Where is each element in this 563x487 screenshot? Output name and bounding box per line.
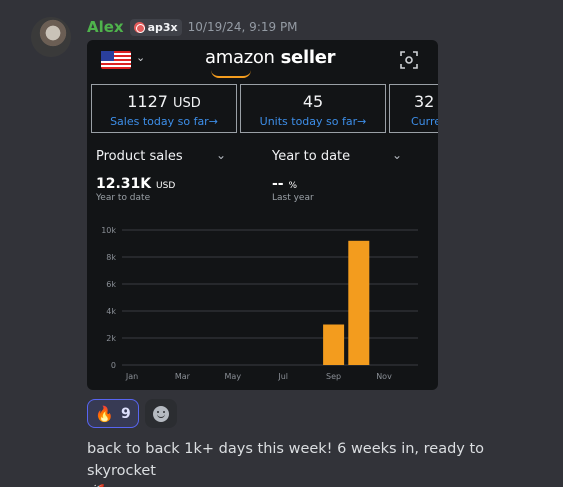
- avatar[interactable]: [31, 17, 71, 57]
- sales-bar-chart: 0 2k 4k 6k 8k 10k Jan Mar May Jul Sep Nov: [101, 226, 418, 381]
- brand-regular: amazon: [205, 47, 275, 68]
- x-tick-label: Sep: [326, 372, 341, 381]
- y-tick-label: 0: [111, 361, 116, 370]
- period-dropdown: Year to date: [272, 149, 351, 164]
- clan-tag[interactable]: ap3x: [129, 18, 182, 36]
- chevron-down-icon: ⌄: [136, 51, 146, 64]
- metric-number: 12.31K: [96, 176, 152, 192]
- metric-dropdown: Product sales: [96, 149, 183, 164]
- metric-label-left: Year to date: [96, 193, 151, 203]
- x-tick-label: Mar: [175, 372, 191, 381]
- y-tick-label: 2k: [106, 334, 116, 343]
- attached-image[interactable]: ⌄ amazon seller 1127 USD Sales today so …: [87, 40, 438, 390]
- x-tick-label: Jan: [125, 372, 138, 381]
- chevron-down-icon: ⌄: [392, 148, 403, 162]
- chevron-down-icon: ⌄: [216, 148, 227, 162]
- metric-unit: USD: [156, 181, 176, 191]
- stat-card-units: 45 Units today so far→: [240, 84, 386, 133]
- username[interactable]: Alex: [87, 18, 124, 36]
- stat-card-sales: 1127 USD Sales today so far→: [91, 84, 237, 133]
- bar: [323, 324, 345, 365]
- message-content: back to back 1k+ days this week! 6 weeks…: [87, 438, 527, 487]
- x-tick-label: May: [225, 372, 242, 381]
- y-tick-label: 4k: [106, 307, 116, 316]
- y-tick-label: 8k: [106, 253, 116, 262]
- reaction-fire[interactable]: 🔥 9: [87, 399, 139, 428]
- smiley-icon: [153, 405, 169, 422]
- x-tick-label: Nov: [376, 372, 392, 381]
- x-tick-label: Jul: [277, 372, 288, 381]
- stat-card-current: 32 Curre: [389, 84, 438, 133]
- fire-icon: 🔥: [95, 404, 114, 423]
- amazon-seller-logo: amazon seller: [205, 47, 335, 68]
- add-reaction-button[interactable]: [145, 399, 177, 428]
- metric-value-left: 12.31K USD: [96, 176, 175, 192]
- y-tick-label: 6k: [106, 280, 116, 289]
- message-header: Alex ap3x 10/19/24, 9:19 PM: [87, 17, 298, 37]
- clan-tag-label: ap3x: [147, 20, 178, 34]
- stat-value: 1127 USD: [92, 92, 236, 111]
- stat-value: 45: [302, 92, 324, 111]
- metric-label-right: Last year: [272, 193, 314, 203]
- bar: [348, 240, 370, 365]
- reaction-count: 9: [120, 405, 131, 422]
- y-tick-label: 10k: [101, 226, 116, 235]
- timestamp[interactable]: 10/19/24, 9:19 PM: [188, 20, 298, 34]
- stat-number: 1127: [127, 92, 168, 111]
- metric-value-right: -- %: [272, 176, 297, 192]
- stat-unit: USD: [173, 96, 201, 111]
- amazon-smile-icon: [211, 70, 251, 78]
- units-today-link: Units today so far→: [259, 115, 367, 128]
- stat-value: 32: [414, 92, 435, 111]
- clan-badge-icon: [133, 21, 145, 33]
- scan-icon: [400, 51, 418, 69]
- current-link: Curre: [411, 115, 438, 128]
- message-text: back to back 1k+ days this week! 6 weeks…: [87, 441, 485, 479]
- metric-number: --: [272, 176, 284, 192]
- us-flag-icon: [101, 51, 131, 69]
- sales-today-link: Sales today so far→: [110, 115, 218, 128]
- brand-bold: seller: [274, 47, 336, 68]
- metric-unit: %: [288, 181, 298, 191]
